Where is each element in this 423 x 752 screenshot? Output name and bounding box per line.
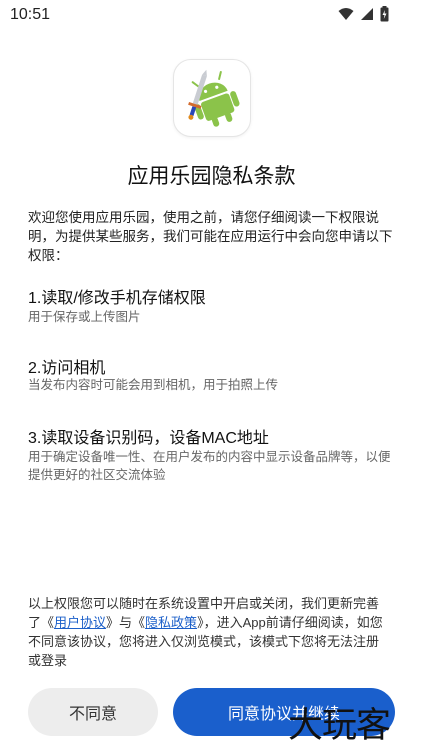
notice-text: 以上权限您可以随时在系统设置中开启或关闭，我们更新完善了《用户协议》与《隐私政策… xyxy=(28,594,390,670)
permission-3-title: 3.读取设备识别码，设备MAC地址 xyxy=(28,430,269,447)
permission-1-title: 1.读取/修改手机存储权限 xyxy=(28,290,206,307)
wifi-icon xyxy=(338,8,354,20)
status-icons xyxy=(338,6,389,22)
watermark: 大玩客 xyxy=(288,706,391,746)
permission-2-title: 2.访问相机 xyxy=(28,360,106,377)
status-time: 10:51 xyxy=(10,6,51,23)
decline-button[interactable]: 不同意 xyxy=(28,688,158,736)
page-title: 应用乐园隐私条款 xyxy=(127,165,296,188)
battery-charging-icon xyxy=(380,6,389,22)
permission-3-desc: 用于确定设备唯一性、在用户发布的内容中显示设备品牌等，以便提供更好的社区交流体验 xyxy=(28,450,391,482)
cellular-signal-icon xyxy=(361,8,373,20)
user-agreement-link[interactable]: 用户协议 xyxy=(54,615,106,630)
android-robot-with-sword-icon xyxy=(188,69,240,127)
status-bar: 10:51 xyxy=(0,0,423,30)
privacy-policy-link[interactable]: 隐私政策 xyxy=(145,615,197,630)
app-icon xyxy=(173,59,251,137)
notice-part-2: 》与《 xyxy=(106,615,146,630)
intro-text: 欢迎您使用应用乐园，使用之前，请您仔细阅读一下权限说明，为提供某些服务，我们可能… xyxy=(28,210,393,263)
permission-2-desc: 当发布内容时可能会用到相机，用于拍照上传 xyxy=(28,378,279,392)
permission-1-desc: 用于保存或上传图片 xyxy=(28,310,141,324)
